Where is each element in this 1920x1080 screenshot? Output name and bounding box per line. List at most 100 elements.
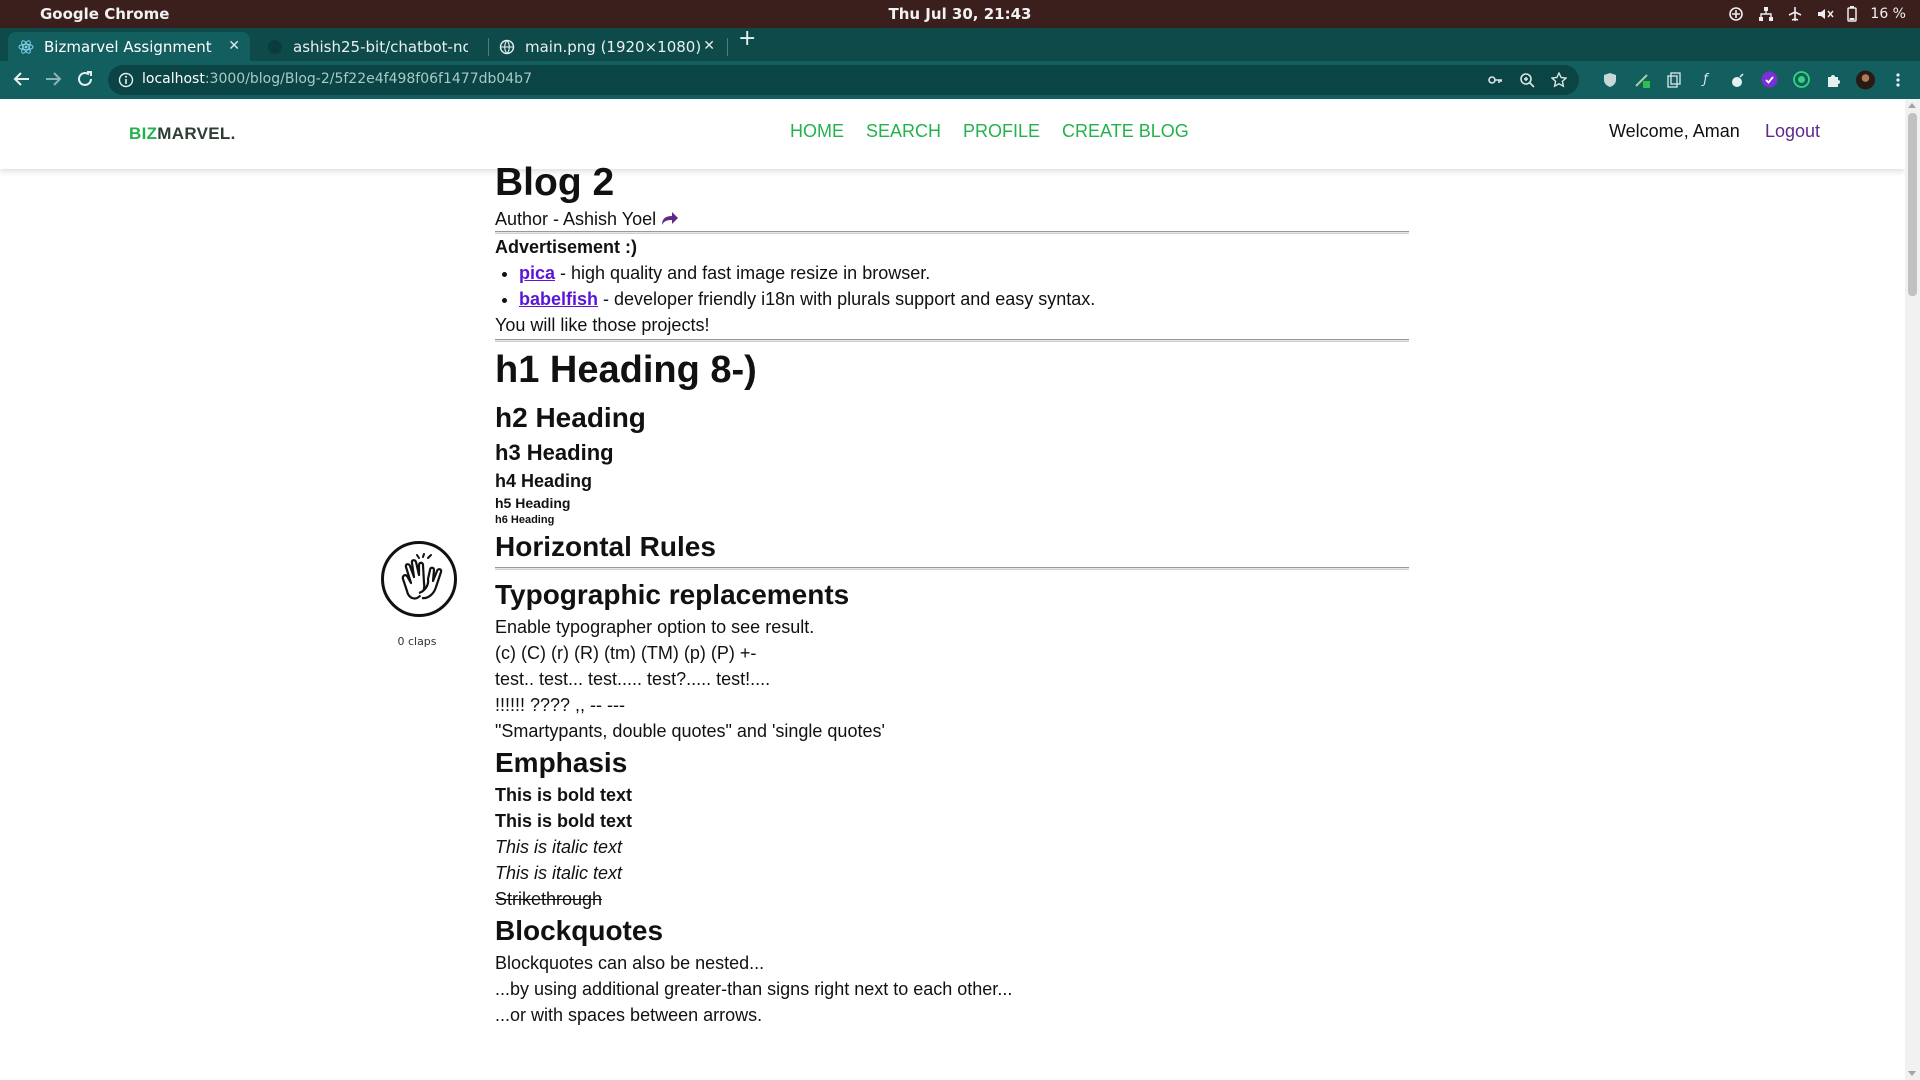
pica-link[interactable]: pica — [519, 263, 555, 283]
logo-rest: MARVEL. — [157, 124, 236, 143]
os-clock[interactable]: Thu Jul 30, 21:43 — [0, 5, 1920, 23]
forward-arrow-icon[interactable] — [44, 70, 62, 92]
nav-create-blog-link[interactable]: CREATE BLOG — [1062, 121, 1189, 142]
emphasis-heading: Emphasis — [495, 747, 628, 778]
tab-title: main.png (1920×1080) — [525, 37, 702, 56]
blockquote-line: ...or with spaces between arrows. — [495, 1005, 763, 1025]
clap-button[interactable] — [381, 541, 457, 617]
extensions-puzzle-icon[interactable] — [1824, 70, 1843, 89]
close-tab-icon[interactable]: ✕ — [703, 38, 715, 54]
network-icon[interactable] — [1758, 6, 1774, 22]
close-tab-icon[interactable]: ✕ — [228, 38, 240, 54]
main-nav: HOME SEARCH PROFILE CREATE BLOG — [790, 121, 1189, 142]
os-app-name[interactable]: Google Chrome — [40, 5, 169, 23]
tab-main-png[interactable]: main.png (1920×1080) ✕ — [489, 32, 725, 61]
url-text[interactable]: localhost:3000/blog/Blog-2/5f22e4f498f06… — [142, 71, 532, 87]
page-scrollbar[interactable] — [1905, 99, 1920, 1080]
advertisement-footer: You will like those projects! — [495, 315, 710, 335]
horizontal-rules-heading: Horizontal Rules — [495, 531, 716, 562]
list-item: pica - high quality and fast image resiz… — [519, 260, 1409, 286]
clapping-hands-icon — [401, 553, 443, 600]
h2-heading: h2 Heading — [495, 402, 646, 433]
airplane-mode-icon[interactable] — [1787, 6, 1803, 22]
italic-text: This is italic text — [495, 863, 623, 883]
bomb-extension-icon[interactable] — [1728, 70, 1747, 89]
nav-home-link[interactable]: HOME — [790, 121, 844, 142]
list-item-text: - high quality and fast image resize in … — [555, 263, 931, 283]
reload-icon[interactable] — [76, 70, 94, 92]
typo-line: test.. test... test..... test?..... test… — [495, 669, 771, 689]
advertisement-list: pica - high quality and fast image resiz… — [495, 260, 1409, 312]
profile-avatar[interactable] — [1856, 70, 1875, 89]
url-path: :3000/blog/Blog-2/5f22e4f498f06f1477db04… — [204, 71, 532, 87]
logo-accent: BIZ — [129, 124, 158, 143]
blockquote-line: Blockquotes can also be nested... — [495, 953, 765, 973]
new-tab-button[interactable]: + — [738, 26, 756, 51]
browser-toolbar: localhost:3000/blog/Blog-2/5f22e4f498f06… — [0, 61, 1920, 99]
key-icon[interactable] — [1487, 72, 1503, 92]
author-line: Author - Ashish Yoel — [495, 207, 1409, 231]
horizontal-rule — [495, 567, 1409, 570]
typo-line: (c) (C) (r) (R) (tm) (TM) (p) (P) +- — [495, 643, 757, 663]
nav-profile-link[interactable]: PROFILE — [963, 121, 1040, 142]
nav-search-link[interactable]: SEARCH — [866, 121, 941, 142]
strikethrough-text: Strikethrough — [495, 889, 603, 909]
bookmark-star-icon[interactable] — [1550, 71, 1568, 92]
address-bar[interactable]: localhost:3000/blog/Blog-2/5f22e4f498f06… — [108, 65, 1579, 95]
copy-extension-icon[interactable] — [1664, 70, 1683, 89]
browser-tab-strip: Bizmarvel Assignment ✕ ashish25-bit/chat… — [0, 26, 1920, 61]
h5-heading: h5 Heading — [495, 495, 571, 511]
os-status-area[interactable]: 16 % — [1727, 6, 1906, 22]
blockquote-line: ...by using additional greater-than sign… — [495, 979, 1013, 999]
github-icon — [268, 39, 282, 54]
blog-title: Blog 2 — [495, 161, 615, 204]
target-extension-icon[interactable] — [1792, 70, 1811, 89]
function-extension-icon[interactable]: ƒ — [1696, 70, 1715, 89]
typo-line: !!!!!! ???? ,, -- --- — [495, 695, 626, 715]
zoom-icon[interactable] — [1519, 72, 1535, 92]
typo-line: Enable typographer option to see result. — [495, 617, 815, 637]
h4-heading: h4 Heading — [495, 471, 593, 491]
h3-heading: h3 Heading — [495, 440, 614, 465]
list-item-text: - developer friendly i18n with plurals s… — [598, 289, 1096, 309]
share-icon[interactable] — [661, 211, 679, 227]
tab-separator — [727, 38, 728, 56]
site-info-icon[interactable] — [118, 72, 134, 92]
logout-link[interactable]: Logout — [1765, 121, 1820, 142]
page-viewport: BIZMARVEL. HOME SEARCH PROFILE CREATE BL… — [0, 99, 1905, 1080]
scroll-down-arrow-icon[interactable] — [1908, 1071, 1916, 1076]
globe-icon — [499, 39, 515, 54]
tab-title: ashish25-bit/chatbot-nod — [293, 37, 468, 56]
accessibility-icon[interactable] — [1727, 6, 1745, 22]
italic-text: This is italic text — [495, 837, 623, 857]
tab-github-chatbot[interactable]: ashish25-bit/chatbot-nod — [257, 32, 487, 61]
tab-bizmarvel-assignment[interactable]: Bizmarvel Assignment ✕ — [8, 32, 250, 61]
typographic-replacements-heading: Typographic replacements — [495, 579, 850, 610]
claps-count: 0 claps — [397, 635, 437, 648]
list-item: babelfish - developer friendly i18n with… — [519, 286, 1409, 312]
back-arrow-icon[interactable] — [13, 70, 31, 92]
os-top-bar: Google Chrome Thu Jul 30, 21:43 16 % — [0, 0, 1920, 28]
babelfish-link[interactable]: babelfish — [519, 289, 598, 309]
shield-extension-icon[interactable] — [1600, 70, 1619, 89]
advertisement-title: Advertisement :) — [495, 237, 638, 257]
chrome-menu-icon[interactable] — [1888, 70, 1907, 89]
battery-icon[interactable] — [1847, 6, 1858, 22]
scroll-up-arrow-icon[interactable] — [1908, 103, 1916, 108]
typo-line: "Smartypants, double quotes" and 'single… — [495, 721, 885, 741]
check-extension-icon[interactable] — [1760, 70, 1779, 89]
bold-text: This is bold text — [495, 785, 633, 805]
blog-article: Blog 2 Author - Ashish Yoel Advertisemen… — [495, 159, 1409, 1028]
author-text: Author - Ashish Yoel — [495, 209, 657, 229]
blockquotes-heading: Blockquotes — [495, 915, 664, 946]
scrollbar-thumb[interactable] — [1908, 113, 1917, 296]
pen-extension-icon[interactable] — [1632, 70, 1651, 89]
h6-heading: h6 Heading — [495, 514, 555, 526]
battery-percent: 16 % — [1870, 6, 1906, 22]
welcome-text: Welcome, Aman — [1609, 121, 1740, 141]
url-host: localhost — [142, 71, 205, 87]
site-logo[interactable]: BIZMARVEL. — [129, 124, 236, 144]
react-icon — [18, 39, 34, 54]
h1-heading: h1 Heading 8-) — [495, 349, 757, 391]
volume-muted-icon[interactable] — [1816, 6, 1834, 22]
